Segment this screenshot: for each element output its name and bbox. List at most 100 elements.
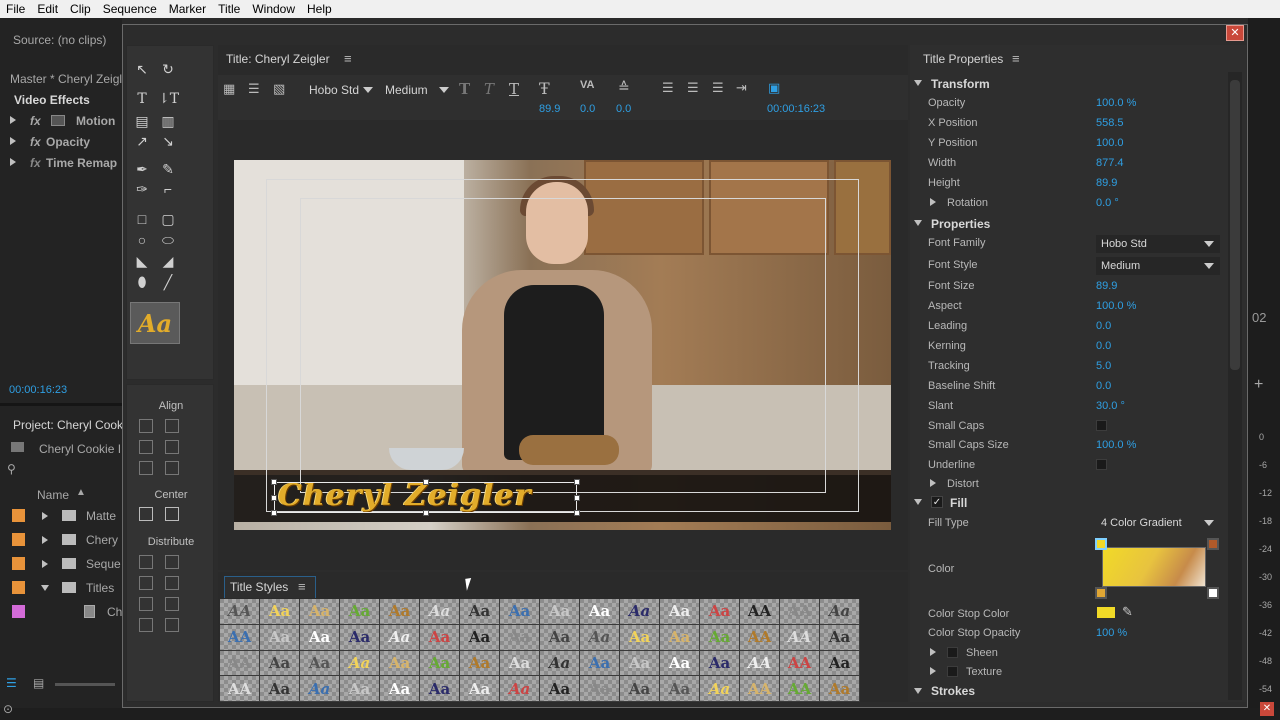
color-stop-opacity-value[interactable]: 100 % <box>1096 627 1127 639</box>
search-icon[interactable]: ⚲ <box>7 462 16 476</box>
pen-tool-icon[interactable]: ✒ <box>132 160 152 178</box>
menu-marker[interactable]: Marker <box>163 2 212 16</box>
title-style-swatch[interactable]: Aa <box>500 624 540 651</box>
baseline-shift-value[interactable]: 0.0 <box>1096 380 1111 392</box>
color-stop-bottom-left[interactable] <box>1095 587 1107 599</box>
expand-rotation-icon[interactable] <box>930 198 936 206</box>
title-style-swatch[interactable]: Aa <box>340 624 380 651</box>
x-position-value[interactable]: 558.5 <box>1096 117 1124 129</box>
title-style-swatch[interactable]: AA <box>740 676 780 702</box>
add-anchor-tool-icon[interactable]: ✑ <box>132 180 152 198</box>
y-position-value[interactable]: 100.0 <box>1096 137 1124 149</box>
rounded-rectangle-tool-icon[interactable]: ▢ <box>158 210 178 228</box>
fill-checkbox[interactable]: ✓ <box>931 496 943 508</box>
color-stop-top-right[interactable] <box>1207 538 1219 550</box>
templates-icon[interactable]: ▧ <box>273 81 285 97</box>
distribute-top-icon[interactable] <box>139 597 153 611</box>
title-style-swatch[interactable]: Aa <box>340 599 380 625</box>
background-video-timecode[interactable]: 00:00:16:23 <box>767 103 825 115</box>
title-style-swatch[interactable]: Aa <box>260 599 300 625</box>
scrollbar-thumb[interactable] <box>1230 80 1240 370</box>
align-left-icon[interactable] <box>139 419 153 433</box>
menu-clip[interactable]: Clip <box>64 2 97 16</box>
title-style-swatch[interactable]: Aa <box>540 599 580 625</box>
sort-ascending-icon[interactable]: ▲ <box>76 487 86 498</box>
menu-edit[interactable]: Edit <box>31 2 64 16</box>
font-size-value[interactable]: 89.9 <box>539 103 560 115</box>
title-style-swatch[interactable]: Aa <box>700 599 740 625</box>
title-style-swatch[interactable]: Aa <box>700 650 740 677</box>
title-style-swatch[interactable]: Aa <box>460 676 500 702</box>
selection-bounding-box[interactable] <box>271 479 580 516</box>
opacity-value[interactable]: 100.0 % <box>1096 97 1136 109</box>
label-color-swatch[interactable] <box>12 509 25 522</box>
rounded-corner-tool-icon[interactable]: ⬭ <box>158 231 178 249</box>
font-style-select[interactable]: Medium <box>1096 257 1220 275</box>
leading-value[interactable]: 0.0 <box>616 103 631 115</box>
font-family-dropdown[interactable]: Hobo Std <box>309 83 359 97</box>
small-caps-checkbox[interactable] <box>1096 420 1107 431</box>
distribute-vertical-icon[interactable] <box>165 618 179 632</box>
align-horizontal-center-icon[interactable] <box>165 419 179 433</box>
expand-sheen-icon[interactable] <box>930 648 936 656</box>
height-value[interactable]: 89.9 <box>1096 177 1117 189</box>
path-type-tool-icon[interactable]: ↗ <box>132 132 152 150</box>
title-style-swatch[interactable]: Aa <box>300 599 340 625</box>
title-style-swatch[interactable]: Aa <box>660 650 700 677</box>
title-style-swatch[interactable]: Aa <box>500 676 540 702</box>
title-style-swatch[interactable]: Aa <box>820 676 860 702</box>
four-color-gradient-preview[interactable] <box>1102 547 1206 587</box>
title-style-swatch[interactable]: Aa <box>660 624 700 651</box>
title-style-swatch[interactable]: AA <box>220 599 260 625</box>
title-style-swatch[interactable]: Aa <box>620 676 660 702</box>
menu-help[interactable]: Help <box>301 2 338 16</box>
menu-window[interactable]: Window <box>246 2 301 16</box>
menu-sequence[interactable]: Sequence <box>97 2 163 16</box>
title-style-swatch[interactable]: Aa <box>820 650 860 677</box>
collapse-transform-icon[interactable] <box>914 80 922 86</box>
title-style-swatch[interactable]: Aa <box>420 676 460 702</box>
add-icon[interactable]: + <box>1254 376 1263 394</box>
title-style-swatch[interactable]: Aa <box>420 624 460 651</box>
title-style-swatch[interactable]: Aa <box>300 676 340 702</box>
texture-checkbox[interactable] <box>947 666 958 677</box>
zoom-slider[interactable] <box>55 683 115 686</box>
eyedropper-icon[interactable]: ✎ <box>1122 604 1133 620</box>
clipped-corner-tool-icon[interactable]: ○ <box>132 231 152 249</box>
title-style-swatch[interactable]: Aa <box>460 650 500 677</box>
tab-stops-icon[interactable]: ⇥ <box>736 80 747 96</box>
distribute-bottom-icon[interactable] <box>139 618 153 632</box>
ellipse-tool-icon[interactable]: ⬮ <box>132 273 152 291</box>
distribute-vertical-center-icon[interactable] <box>165 597 179 611</box>
title-style-swatch[interactable]: Aa <box>260 676 300 702</box>
project-panel-tab[interactable]: Project: Cheryl Cook <box>13 418 123 432</box>
leading-value[interactable]: 0.0 <box>1096 320 1111 332</box>
title-style-swatch[interactable]: Aa <box>700 624 740 651</box>
title-style-swatch[interactable]: Aa <box>340 676 380 702</box>
type-tool-icon[interactable]: T <box>132 90 152 108</box>
align-top-icon[interactable] <box>165 440 179 454</box>
align-bottom-icon[interactable] <box>165 461 179 475</box>
title-style-swatch[interactable]: Aa <box>660 676 700 702</box>
rectangle-tool-icon[interactable]: □ <box>132 210 152 228</box>
color-stop-swatch[interactable] <box>1097 607 1115 618</box>
vertical-path-type-tool-icon[interactable]: ↘ <box>158 132 178 150</box>
resize-handle[interactable] <box>271 510 277 516</box>
title-style-swatch[interactable]: AA <box>220 624 260 651</box>
title-style-swatch[interactable]: Aa <box>340 650 380 677</box>
vertical-area-type-tool-icon[interactable]: ▥ <box>158 112 178 130</box>
font-size-value[interactable]: 89.9 <box>1096 280 1117 292</box>
align-vertical-center-icon[interactable] <box>139 461 153 475</box>
title-style-swatch[interactable]: Aa <box>700 676 740 702</box>
expand-texture-icon[interactable] <box>930 667 936 675</box>
vertical-type-tool-icon[interactable]: ⇂T <box>158 90 179 108</box>
close-window-button[interactable]: ✕ <box>1226 25 1244 41</box>
title-style-swatch[interactable]: Aa <box>580 599 620 625</box>
title-style-swatch[interactable]: Aa <box>620 599 660 625</box>
fill-section[interactable]: Fill <box>950 496 967 510</box>
title-style-swatch[interactable]: AA <box>780 676 820 702</box>
title-style-swatch[interactable]: AA <box>780 624 820 651</box>
distribute-left-icon[interactable] <box>139 555 153 569</box>
menu-file[interactable]: File <box>0 2 31 16</box>
rotation-value[interactable]: 0.0 ° <box>1096 197 1119 209</box>
